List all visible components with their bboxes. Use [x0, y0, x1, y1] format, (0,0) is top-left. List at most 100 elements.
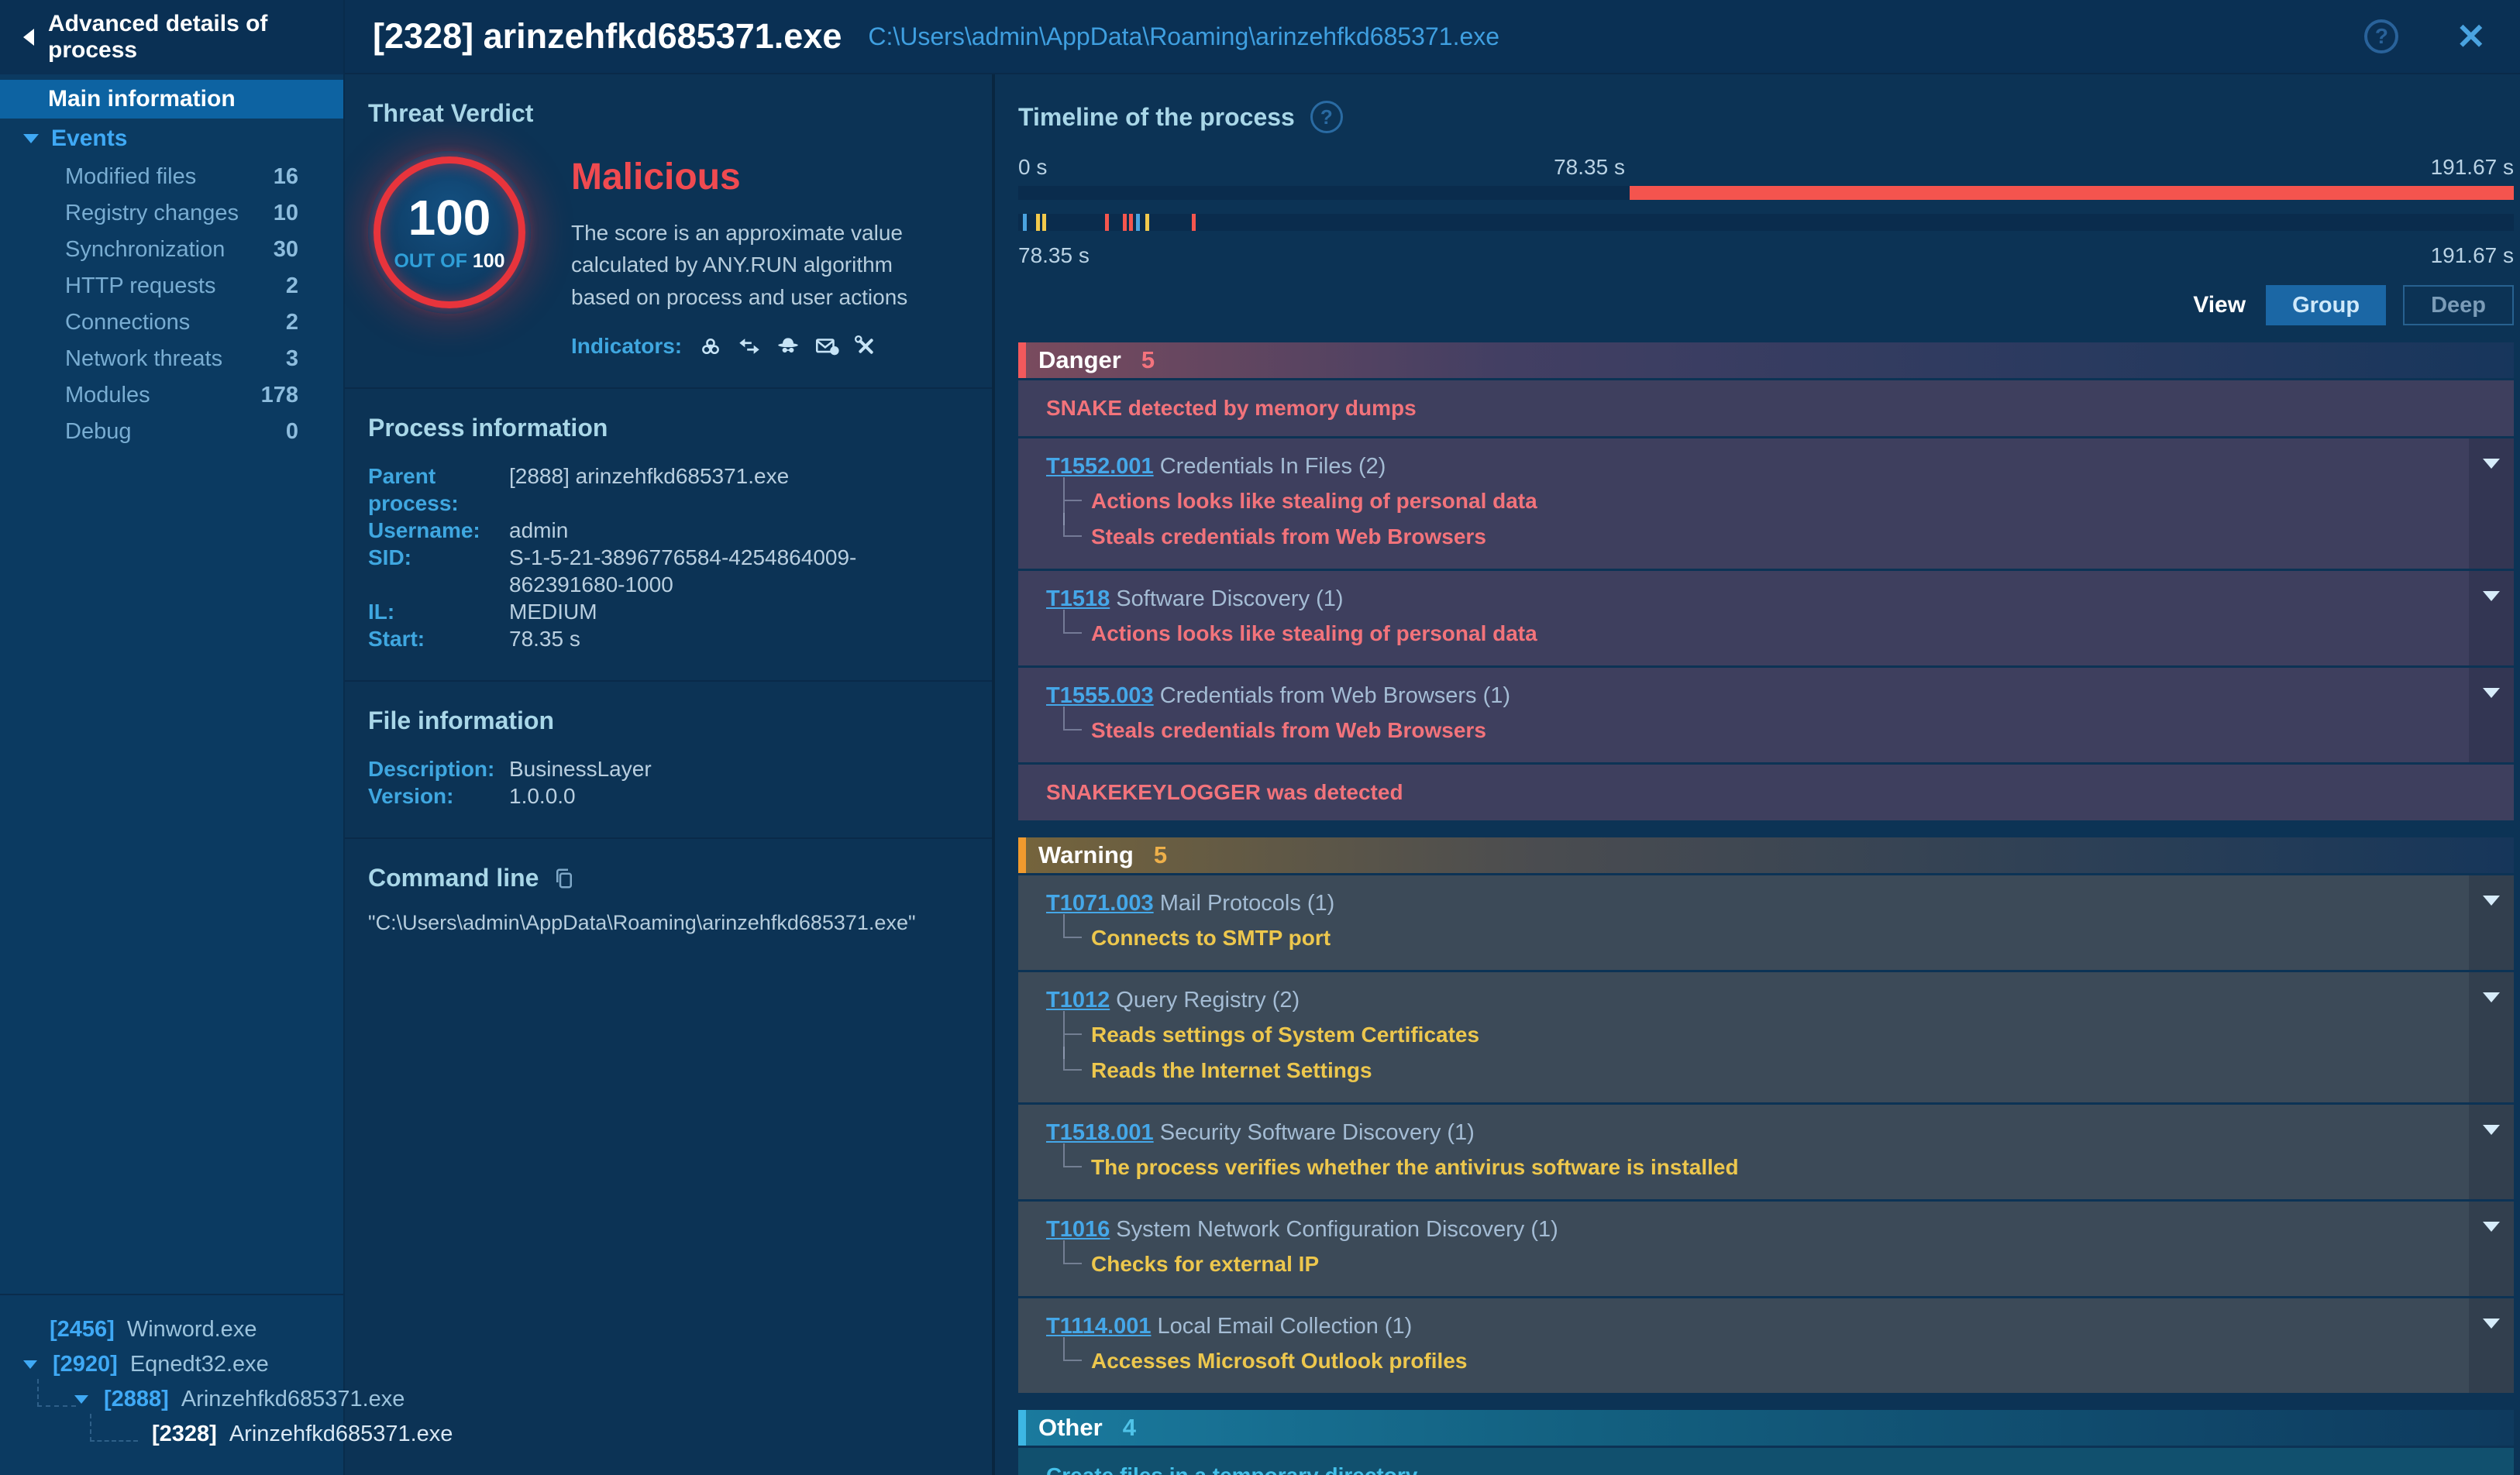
timeline-panel: Timeline of the process ? 0 s 78.35 s 19… [995, 74, 2520, 1475]
score-gauge: 100 OUT OF 100 [368, 151, 531, 314]
info-value: MEDIUM [509, 600, 597, 624]
out-of-value: 100 [472, 249, 505, 272]
process-pid: [2920] [53, 1352, 118, 1377]
technique-card-T1016: T1016 System Network Configuration Disco… [1018, 1202, 2514, 1296]
event-label: Modules [65, 383, 150, 407]
help-icon[interactable]: ? [2364, 19, 2399, 53]
back-header[interactable]: Advanced details of process [0, 0, 343, 74]
expand-button[interactable] [2469, 972, 2514, 1102]
process-path-link[interactable]: C:\Users\admin\AppData\Roaming\arinzehfk… [868, 22, 1499, 51]
process-tree-item[interactable]: [2328] Arinzehfkd685371.exe [0, 1417, 453, 1452]
view-toggle: View Group Deep [1018, 285, 2514, 325]
process-name: Eqnedt32.exe [129, 1352, 269, 1377]
sidebar-item-modules[interactable]: Modules 178 [0, 377, 343, 414]
technique-item: Checks for external IP [1046, 1240, 2444, 1279]
threat-verdict-title: Threat Verdict [368, 99, 534, 127]
event-label: Synchronization [65, 237, 225, 262]
chevron-down-icon [2483, 591, 2500, 601]
sidebar-item-connections[interactable]: Connections 2 [0, 304, 343, 341]
sidebar-item-network-threats[interactable]: Network threats 3 [0, 341, 343, 377]
biohazard-icon [702, 339, 720, 355]
close-icon[interactable]: ✕ [2456, 19, 2486, 54]
process-tree-item[interactable]: [2888] Arinzehfkd685371.exe [0, 1382, 405, 1417]
svg-text:!: ! [834, 347, 836, 355]
sidebar-item-registry-changes[interactable]: Registry changes 10 [0, 195, 343, 232]
info-row: IL: MEDIUM [368, 598, 969, 625]
section-warning: Warning 5 T1071.003 Mail Protocols (1) Conn… [1018, 837, 2514, 1393]
technique-id-link[interactable]: T1071.003 [1046, 891, 1154, 916]
section-header-other[interactable]: Other 4 [1018, 1410, 2514, 1446]
sidebar: Advanced details of process Main informa… [0, 0, 453, 1475]
indicator-icons: ! [697, 333, 879, 359]
technique-card-T1114.001: T1114.001 Local Email Collection (1) Acce… [1018, 1298, 2514, 1393]
section-header-danger[interactable]: Danger 5 [1018, 342, 2514, 378]
sidebar-item-main-information[interactable]: Main information [0, 80, 343, 119]
timeline-events-bar[interactable] [1018, 214, 2514, 231]
technique-id-link[interactable]: T1016 [1046, 1217, 1110, 1242]
technique-id-link[interactable]: T1552.001 [1046, 454, 1154, 479]
sidebar-item-debug[interactable]: Debug 0 [0, 414, 343, 450]
technique-item: Connects to SMTP port [1046, 914, 2444, 953]
technique-item: Accesses Microsoft Outlook profiles [1046, 1337, 2444, 1376]
threat-sections: Danger 5 SNAKE detected by memory dumps T15… [1018, 342, 2514, 1475]
malicious-period-segment [1629, 186, 2514, 200]
technique-item: Steals credentials from Web Browsers [1046, 513, 2444, 552]
info-value: 78.35 s [509, 627, 580, 652]
technique-name: Query Registry (2) [1110, 988, 1300, 1013]
timeline-help-icon[interactable]: ? [1310, 101, 1343, 133]
technique-id-link[interactable]: T1518.001 [1046, 1120, 1154, 1145]
command-line-section: Command line "C:\Users\admin\AppData\Roa… [345, 839, 992, 963]
technique-name: Local Email Collection (1) [1151, 1314, 1413, 1339]
event-tick [1123, 214, 1127, 231]
event-tick [1191, 214, 1196, 231]
scale-mid-label: 78.35 s [1554, 155, 1625, 179]
process-tree-item[interactable]: [2920] Eqnedt32.exe [0, 1347, 343, 1382]
technique-id-link[interactable]: T1012 [1046, 988, 1110, 1013]
technique-item: The process verifies whether the antivir… [1046, 1143, 2444, 1182]
section-header-warning[interactable]: Warning 5 [1018, 837, 2514, 873]
expand-button[interactable] [2469, 1298, 2514, 1393]
technique-card-T1071.003: T1071.003 Mail Protocols (1) Connects to … [1018, 875, 2514, 970]
detection-note: SNAKEKEYLOGGER was detected [1018, 765, 2514, 820]
sidebar-item-events[interactable]: Events [0, 119, 343, 159]
technique-id-link[interactable]: T1518 [1046, 586, 1110, 611]
timeline-overview-bar[interactable] [1018, 186, 2514, 200]
deep-view-button[interactable]: Deep [2403, 285, 2514, 325]
technique-id-link[interactable]: T1555.003 [1046, 683, 1154, 708]
event-label: Network threats [65, 346, 223, 371]
info-row: SID: S-1-5-21-3896776584-4254864009-86239… [368, 544, 969, 598]
expand-button[interactable] [2469, 1202, 2514, 1296]
info-label: IL: [368, 600, 395, 624]
info-value: 1.0.0.0 [509, 784, 576, 809]
content: Threat Verdict 100 OUT OF 100 Malicious … [345, 74, 2520, 1475]
view-label: View [2193, 292, 2246, 318]
technique-title: T1552.001 Credentials In Files (2) [1046, 452, 2444, 480]
expand-button[interactable] [2469, 668, 2514, 762]
event-count: 3 [285, 346, 298, 371]
technique-id-link[interactable]: T1114.001 [1046, 1314, 1151, 1339]
scale-start-label: 0 s [1018, 155, 1048, 179]
sidebar-item-http-requests[interactable]: HTTP requests 2 [0, 268, 343, 304]
sidebar-item-modified-files[interactable]: Modified files 16 [0, 159, 343, 195]
chevron-down-icon [23, 1360, 37, 1369]
expand-button[interactable] [2469, 438, 2514, 569]
section-other: Other 4 Create files in a temporary direct… [1018, 1410, 2514, 1475]
technique-item: Reads the Internet Settings [1046, 1047, 2444, 1085]
process-tree-item[interactable]: [2456] Winword.exe [0, 1312, 343, 1347]
process-name: Winword.exe [126, 1317, 257, 1342]
event-label: Registry changes [65, 201, 239, 225]
technique-name: System Network Configuration Discovery (… [1110, 1217, 1558, 1242]
copy-icon[interactable] [553, 867, 576, 890]
expand-button[interactable] [2469, 875, 2514, 970]
sidebar-nav: Main information Events Modified files 16… [0, 74, 343, 450]
sidebar-item-synchronization[interactable]: Synchronization 30 [0, 232, 343, 268]
technique-card-T1012: T1012 Query Registry (2) Reads settings o… [1018, 972, 2514, 1102]
chevron-down-icon [2483, 896, 2500, 906]
sidebar-main-label: Main information [48, 86, 236, 112]
group-view-button[interactable]: Group [2266, 285, 2387, 325]
scale2-end-label: 191.67 s [2430, 243, 2514, 267]
expand-button[interactable] [2469, 571, 2514, 665]
expand-button[interactable] [2469, 1105, 2514, 1199]
chevron-down-icon [2483, 1319, 2500, 1329]
section-count: 4 [1122, 1414, 1136, 1441]
